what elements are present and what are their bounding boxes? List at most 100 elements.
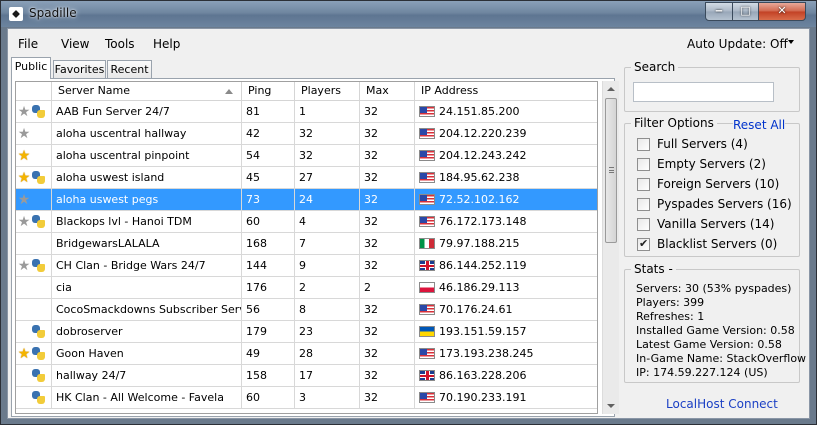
pyspades-icon — [32, 171, 45, 184]
chevron-down-icon[interactable] — [788, 40, 794, 44]
flag-ua-icon — [419, 326, 435, 337]
stats-line: Servers: 30 (53% pyspades) — [636, 282, 792, 295]
scroll-down-icon[interactable] — [607, 404, 615, 408]
ip-address: 24.151.85.200 — [439, 105, 520, 118]
stats-group: Stats - Servers: 30 (53% pyspades) Player… — [624, 262, 806, 383]
flag-us-icon — [419, 172, 435, 183]
localhost-connect-link[interactable]: LocalHost Connect — [666, 397, 778, 411]
filter-checkbox[interactable] — [637, 237, 650, 251]
cell-server-name: aloha uswest pegs — [52, 189, 242, 210]
filter-label[interactable]: Foreign Servers (10) — [657, 177, 779, 191]
row-icons: ★ — [16, 145, 52, 166]
row-icons — [16, 299, 52, 320]
auto-update-dropdown[interactable]: Auto Update: Off — [687, 37, 788, 51]
sort-asc-icon — [225, 89, 233, 94]
cell-max: 32 — [360, 365, 415, 386]
filter-label[interactable]: Pyspades Servers (16) — [657, 197, 792, 211]
table-row[interactable]: ★ CH Clan - Bridge Wars 24/7 144 9 32 86.144.… — [16, 255, 597, 277]
scroll-up-icon[interactable] — [607, 87, 615, 91]
table-row[interactable]: ★ aloha uscentral pinpoint 54 32 32 204.12.24… — [16, 145, 597, 167]
stats-title: Stats - — [631, 262, 676, 276]
reset-all-link[interactable]: Reset All — [733, 118, 786, 132]
title-bar[interactable]: Spadille ‒ □ ✕ — [1, 1, 816, 27]
menu-tools[interactable]: Tools — [105, 37, 135, 51]
ip-address: 173.193.238.245 — [439, 347, 534, 360]
menu-view[interactable]: View — [61, 37, 89, 51]
filter-checkbox[interactable] — [637, 138, 650, 151]
column-header-max[interactable]: Max — [360, 82, 415, 101]
cell-max: 32 — [360, 145, 415, 166]
table-row[interactable]: ★ Blackops lvl - Hanoi TDM 60 4 32 76.172.173… — [16, 211, 597, 233]
row-icons: ★ — [16, 101, 52, 122]
search-input[interactable] — [633, 82, 774, 102]
filter-label[interactable]: Vanilla Servers (14) — [657, 217, 774, 231]
filter-label[interactable]: Blacklist Servers (0) — [657, 237, 777, 251]
cell-server-name: HK Clan - All Welcome - Favela — [52, 387, 242, 408]
ip-address: 86.163.228.206 — [439, 369, 527, 382]
cell-players: 1 — [295, 101, 360, 122]
flag-us-icon — [419, 392, 435, 403]
row-icons: ★ — [16, 189, 52, 210]
column-header-players[interactable]: Players — [295, 82, 360, 101]
filter-checkbox[interactable] — [637, 178, 650, 191]
filter-label[interactable]: Full Servers (4) — [657, 137, 748, 151]
cell-ip: 76.172.173.148 — [415, 211, 597, 232]
vertical-scrollbar[interactable] — [602, 81, 619, 414]
cell-ip: 46.186.29.113 — [415, 277, 597, 298]
table-row[interactable]: ★ aloha uswest pegs 73 24 32 72.52.102.162 — [16, 189, 597, 211]
cell-server-name: CocoSmackdowns Subscriber Serve — [52, 299, 242, 320]
server-grid[interactable]: Server Name Ping Players Max IP Address … — [15, 81, 598, 414]
filter-checkbox[interactable] — [637, 158, 650, 171]
scroll-thumb[interactable] — [605, 98, 617, 243]
filter-label[interactable]: Empty Servers (2) — [657, 157, 766, 171]
table-row[interactable]: CocoSmackdowns Subscriber Serve 56 8 32 70.1… — [16, 299, 597, 321]
table-row[interactable]: BridgewarsLALALA 168 7 32 79.97.188.215 — [16, 233, 597, 255]
cell-server-name: AAB Fun Server 24/7 — [52, 101, 242, 122]
star-icon[interactable]: ★ — [17, 259, 31, 273]
column-header-name[interactable]: Server Name — [52, 82, 242, 101]
table-row[interactable]: ★ Goon Haven 49 28 32 173.193.238.245 — [16, 343, 597, 365]
filter-group: Filter Options Reset All Full Servers (4… — [624, 116, 800, 257]
favorite-star-icon[interactable]: ★ — [17, 347, 31, 361]
cell-ip: 193.151.59.157 — [415, 321, 597, 342]
pyspades-icon — [32, 325, 45, 338]
table-row[interactable]: HK Clan - All Welcome - Favela 60 3 32 70.19… — [16, 387, 597, 409]
favorite-star-icon[interactable]: ★ — [17, 171, 31, 185]
table-row[interactable]: hallway 24/7 158 17 32 86.163.228.206 — [16, 365, 597, 387]
app-window: Spadille ‒ □ ✕ File View Tools Help Auto… — [0, 0, 817, 425]
cell-players: 24 — [295, 189, 360, 210]
menu-help[interactable]: Help — [153, 37, 180, 51]
flag-us-icon — [419, 348, 435, 359]
tab-favorites[interactable]: Favorites — [53, 60, 106, 79]
flag-us-icon — [419, 150, 435, 161]
column-header-ping[interactable]: Ping — [242, 82, 295, 101]
column-header-ip[interactable]: IP Address — [415, 82, 597, 101]
table-row[interactable]: ★ aloha uswest island 45 27 32 184.95.62.238 — [16, 167, 597, 189]
table-row[interactable]: cia 176 2 2 46.186.29.113 — [16, 277, 597, 299]
app-icon — [9, 7, 23, 21]
table-row[interactable]: ★ AAB Fun Server 24/7 81 1 32 24.151.85.200 — [16, 101, 597, 123]
menu-file[interactable]: File — [18, 37, 38, 51]
tab-recent[interactable]: Recent — [107, 60, 152, 79]
cell-ping: 54 — [242, 145, 295, 166]
close-button[interactable]: ✕ — [758, 2, 806, 21]
minimize-button[interactable]: ‒ — [705, 2, 733, 21]
star-icon[interactable]: ★ — [17, 193, 31, 207]
row-icons — [16, 321, 52, 342]
star-icon[interactable]: ★ — [17, 215, 31, 229]
flag-us-icon — [419, 304, 435, 315]
table-row[interactable]: ★ aloha uscentral hallway 42 32 32 204.12.220… — [16, 123, 597, 145]
tab-public[interactable]: Public — [11, 57, 51, 79]
stats-line: IP: 174.59.227.124 (US) — [636, 366, 768, 379]
cell-server-name: CH Clan - Bridge Wars 24/7 — [52, 255, 242, 276]
ip-address: 204.12.220.239 — [439, 127, 527, 140]
star-icon[interactable]: ★ — [17, 127, 31, 141]
table-row[interactable]: dobroserver 179 23 32 193.151.59.157 — [16, 321, 597, 343]
cell-server-name: dobroserver — [52, 321, 242, 342]
maximize-button[interactable]: □ — [732, 2, 759, 21]
favorite-star-icon[interactable]: ★ — [17, 149, 31, 163]
filter-checkbox[interactable] — [637, 198, 650, 211]
filter-checkbox[interactable] — [637, 218, 650, 231]
star-icon[interactable]: ★ — [17, 105, 31, 119]
pyspades-icon — [32, 259, 45, 272]
